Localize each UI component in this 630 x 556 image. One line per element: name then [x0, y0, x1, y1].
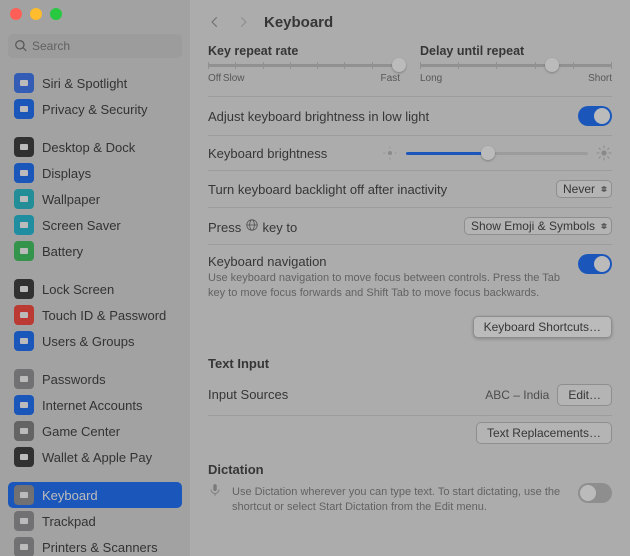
sidebar-item-wallet-apple-pay[interactable]: Wallet & Apple Pay: [8, 444, 182, 470]
keyboard-shortcuts-button[interactable]: Keyboard Shortcuts…: [473, 316, 612, 338]
users-icon: [14, 331, 34, 351]
dictation-toggle[interactable]: [578, 483, 612, 503]
sidebar-item-label: Privacy & Security: [42, 102, 147, 117]
sidebar-item-game-center[interactable]: Game Center: [8, 418, 182, 444]
sidebar-item-label: Displays: [42, 166, 91, 181]
sidebar-item-printers-scanners[interactable]: Printers & Scanners: [8, 534, 182, 556]
lock-icon: [14, 279, 34, 299]
brightness-high-icon: [596, 145, 612, 161]
kb-brightness-label: Keyboard brightness: [208, 146, 382, 161]
at-icon: [14, 395, 34, 415]
text-input-title: Text Input: [208, 356, 612, 371]
sidebar-item-screen-saver[interactable]: Screen Saver: [8, 212, 182, 238]
toolbar: Keyboard: [190, 0, 630, 44]
screensaver-icon: [14, 215, 34, 235]
sidebar-item-label: Printers & Scanners: [42, 540, 158, 555]
key-icon: [14, 369, 34, 389]
sidebar-item-label: Wallpaper: [42, 192, 100, 207]
input-sources-edit-button[interactable]: Edit…: [557, 384, 612, 406]
sidebar-item-touch-id-password[interactable]: Touch ID & Password: [8, 302, 182, 328]
sidebar-item-label: Internet Accounts: [42, 398, 142, 413]
window-minimize[interactable]: [30, 8, 42, 20]
siri-icon: [14, 73, 34, 93]
dock-icon: [14, 137, 34, 157]
search-icon: [14, 39, 28, 53]
key-repeat-min: Off: [208, 73, 221, 84]
key-repeat-max: Fast: [381, 73, 400, 84]
sidebar-item-desktop-dock[interactable]: Desktop & Dock: [8, 134, 182, 160]
finger-icon: [14, 305, 34, 325]
window-zoom[interactable]: [50, 8, 62, 20]
delay-repeat-slider[interactable]: [420, 64, 612, 67]
dictation-title: Dictation: [208, 462, 612, 477]
sidebar: Siri & Spotlight Privacy & Security Deskto…: [0, 0, 190, 556]
nav-forward[interactable]: [236, 15, 250, 29]
sidebar-item-trackpad[interactable]: Trackpad: [8, 508, 182, 534]
adjust-brightness-label: Adjust keyboard brightness in low light: [208, 109, 578, 124]
window-close[interactable]: [10, 8, 22, 20]
hand-icon: [14, 99, 34, 119]
sidebar-item-wallpaper[interactable]: Wallpaper: [8, 186, 182, 212]
input-sources-value: ABC – India: [485, 388, 549, 402]
sidebar-item-label: Desktop & Dock: [42, 140, 135, 155]
input-sources-label: Input Sources: [208, 387, 485, 402]
wallet-icon: [14, 447, 34, 467]
delay-repeat-min: Long: [420, 73, 442, 84]
dictation-desc: Use Dictation wherever you can type text…: [232, 485, 568, 515]
kb-nav-desc: Use keyboard navigation to move focus be…: [208, 271, 578, 301]
display-icon: [14, 163, 34, 183]
sidebar-item-lock-screen[interactable]: Lock Screen: [8, 276, 182, 302]
kb-nav-label: Keyboard navigation: [208, 254, 578, 269]
sidebar-item-label: Users & Groups: [42, 334, 134, 349]
trackpad-icon: [14, 511, 34, 531]
page-title: Keyboard: [264, 14, 333, 31]
nav-back[interactable]: [208, 15, 222, 29]
sidebar-search[interactable]: [8, 34, 182, 58]
kb-nav-toggle[interactable]: [578, 254, 612, 274]
sidebar-item-keyboard[interactable]: Keyboard: [8, 482, 182, 508]
microphone-icon: [208, 483, 222, 497]
keyboard-icon: [14, 485, 34, 505]
press-key-label: Press key to: [208, 218, 464, 235]
key-repeat-slider[interactable]: [208, 64, 400, 67]
sidebar-item-label: Trackpad: [42, 514, 96, 529]
key-repeat-label: Key repeat rate: [208, 44, 400, 58]
kb-brightness-slider[interactable]: [406, 152, 588, 155]
search-input[interactable]: [8, 34, 182, 58]
sidebar-item-label: Battery: [42, 244, 83, 259]
adjust-brightness-toggle[interactable]: [578, 106, 612, 126]
game-icon: [14, 421, 34, 441]
backlight-off-select[interactable]: Never: [556, 180, 612, 198]
sidebar-item-label: Lock Screen: [42, 282, 114, 297]
sidebar-item-label: Touch ID & Password: [42, 308, 166, 323]
sidebar-item-internet-accounts[interactable]: Internet Accounts: [8, 392, 182, 418]
sidebar-item-label: Keyboard: [42, 488, 98, 503]
delay-repeat-max: Short: [588, 73, 612, 84]
sidebar-item-label: Siri & Spotlight: [42, 76, 127, 91]
sidebar-item-siri-spotlight[interactable]: Siri & Spotlight: [8, 70, 182, 96]
globe-icon: [245, 218, 259, 232]
sidebar-item-privacy-security[interactable]: Privacy & Security: [8, 96, 182, 122]
backlight-off-label: Turn keyboard backlight off after inacti…: [208, 182, 556, 197]
printer-icon: [14, 537, 34, 556]
battery-icon: [14, 241, 34, 261]
wallpaper-icon: [14, 189, 34, 209]
text-replacements-button[interactable]: Text Replacements…: [476, 422, 612, 444]
sidebar-item-label: Passwords: [42, 372, 106, 387]
sidebar-item-battery[interactable]: Battery: [8, 238, 182, 264]
sidebar-item-label: Wallet & Apple Pay: [42, 450, 152, 465]
sidebar-item-label: Game Center: [42, 424, 120, 439]
brightness-low-icon: [382, 145, 398, 161]
delay-repeat-label: Delay until repeat: [420, 44, 612, 58]
press-key-select[interactable]: Show Emoji & Symbols: [464, 217, 612, 235]
sidebar-item-users-groups[interactable]: Users & Groups: [8, 328, 182, 354]
sidebar-item-passwords[interactable]: Passwords: [8, 366, 182, 392]
key-repeat-mid: Slow: [223, 73, 245, 84]
sidebar-item-label: Screen Saver: [42, 218, 121, 233]
sidebar-item-displays[interactable]: Displays: [8, 160, 182, 186]
